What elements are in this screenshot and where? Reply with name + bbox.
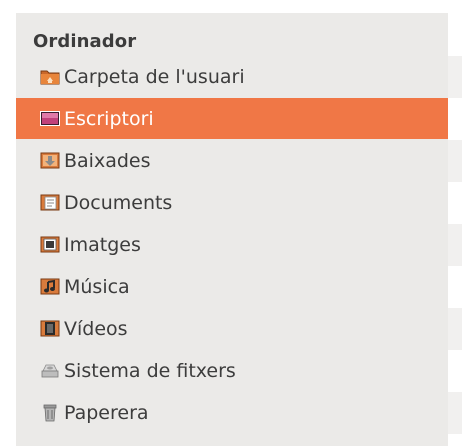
sidebar-item-label: Sistema de fitxers [64,359,236,382]
sidebar-item-desktop[interactable]: Escriptori [16,98,448,139]
downloads-folder-icon [39,152,61,170]
sidebar-item-label: Carpeta de l'usuari [64,65,245,88]
sidebar-item-pictures[interactable]: Imatges [16,224,448,265]
music-folder-icon [39,278,61,296]
sidebar-item-label: Imatges [64,233,141,256]
sidebar-item-label: Escriptori [64,107,154,130]
section-title-computer: Ordinador [33,31,137,52]
filesystem-drive-icon [39,362,61,380]
sidebar-item-filesystem[interactable]: Sistema de fitxers [16,350,448,391]
sidebar-item-downloads[interactable]: Baixades [16,140,448,181]
desktop-folder-icon [39,110,61,128]
sidebar-item-label: Vídeos [64,317,128,340]
sidebar-item-trash[interactable]: Paperera [16,392,448,433]
sidebar-item-documents[interactable]: Documents [16,182,448,223]
sidebar-item-label: Paperera [64,401,149,424]
sidebar-item-videos[interactable]: Vídeos [16,308,448,349]
home-folder-icon [39,68,61,86]
pictures-folder-icon [39,236,61,254]
sidebar-item-home[interactable]: Carpeta de l'usuari [16,56,448,97]
videos-folder-icon [39,320,61,338]
documents-folder-icon [39,194,61,212]
sidebar-item-label: Música [64,275,130,298]
sidebar-item-label: Documents [64,191,173,214]
sidebar-item-label: Baixades [64,149,151,172]
places-sidebar: Ordinador Carpeta de l'usuari Escriptori [16,13,448,446]
trash-icon [39,404,61,422]
sidebar-item-music[interactable]: Música [16,266,448,307]
